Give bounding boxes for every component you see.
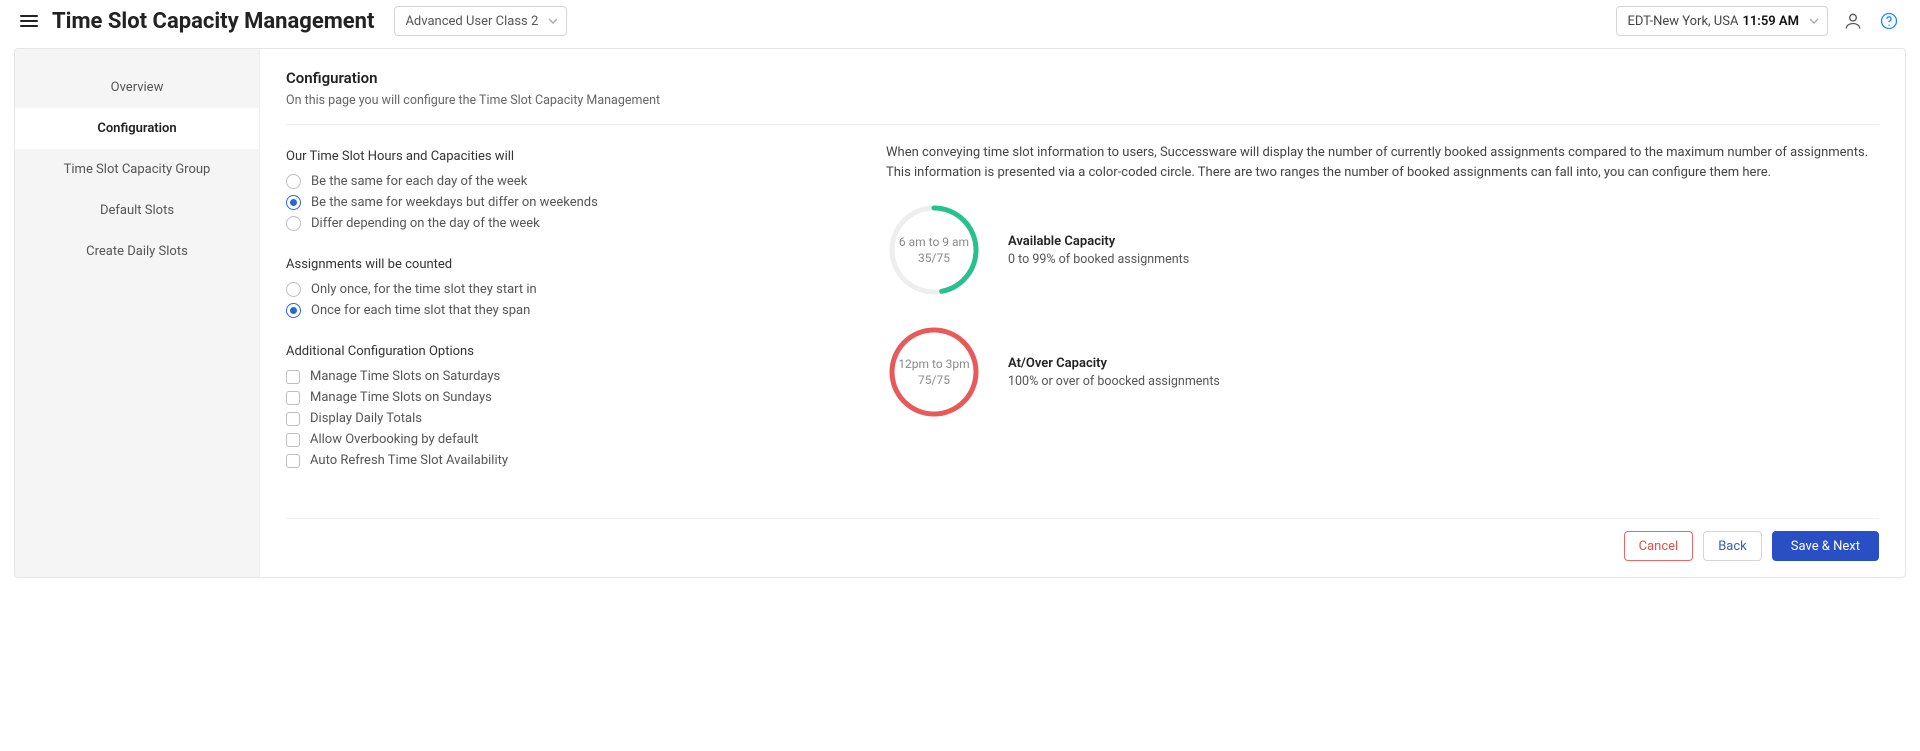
radio-icon bbox=[286, 216, 301, 231]
info-column: When conveying time slot information to … bbox=[886, 143, 1879, 474]
checkbox-icon bbox=[286, 454, 300, 468]
sidebar-item-configuration[interactable]: Configuration bbox=[15, 108, 259, 149]
help-icon[interactable] bbox=[1878, 10, 1900, 32]
check-auto-refresh[interactable]: Auto Refresh Time Slot Availability bbox=[286, 453, 846, 468]
checkbox-label: Auto Refresh Time Slot Availability bbox=[310, 453, 508, 468]
sidebar-item-capacity-group[interactable]: Time Slot Capacity Group bbox=[15, 149, 259, 190]
checkbox-label: Display Daily Totals bbox=[310, 411, 422, 426]
chevron-down-icon bbox=[548, 18, 558, 24]
cap-desc-over: 100% or over of boocked assignments bbox=[1008, 374, 1220, 389]
cancel-button[interactable]: Cancel bbox=[1624, 531, 1694, 561]
top-bar: Time Slot Capacity Management Advanced U… bbox=[0, 0, 1920, 48]
radio-assign-span[interactable]: Once for each time slot that they span bbox=[286, 303, 846, 318]
divider bbox=[286, 124, 1879, 125]
checkbox-icon bbox=[286, 370, 300, 384]
sidebar-item-overview[interactable]: Overview bbox=[15, 67, 259, 108]
sidebar: Overview Configuration Time Slot Capacit… bbox=[15, 49, 260, 577]
radio-hours-same-all[interactable]: Be the same for each day of the week bbox=[286, 174, 846, 189]
radio-icon bbox=[286, 282, 301, 297]
check-saturdays[interactable]: Manage Time Slots on Saturdays bbox=[286, 369, 846, 384]
info-text: When conveying time slot information to … bbox=[886, 143, 1879, 182]
hours-group-title: Our Time Slot Hours and Capacities will bbox=[286, 149, 846, 164]
check-daily-totals[interactable]: Display Daily Totals bbox=[286, 411, 846, 426]
ring-ratio: 75/75 bbox=[918, 372, 950, 388]
checkbox-icon bbox=[286, 433, 300, 447]
timezone-select[interactable]: EDT-New York, USA 11:59 AM bbox=[1616, 6, 1828, 36]
checkbox-icon bbox=[286, 412, 300, 426]
sidebar-item-default-slots[interactable]: Default Slots bbox=[15, 190, 259, 231]
content-area: Configuration On this page you will conf… bbox=[260, 49, 1905, 577]
user-icon[interactable] bbox=[1842, 10, 1864, 32]
assign-group-title: Assignments will be counted bbox=[286, 257, 846, 272]
sidebar-item-create-daily-slots[interactable]: Create Daily Slots bbox=[15, 231, 259, 272]
ring-ratio: 35/75 bbox=[918, 250, 950, 266]
additional-group-title: Additional Configuration Options bbox=[286, 344, 846, 359]
radio-assign-once[interactable]: Only once, for the time slot they start … bbox=[286, 282, 846, 297]
cap-title-available: Available Capacity bbox=[1008, 234, 1189, 249]
radio-icon bbox=[286, 195, 301, 210]
capacity-ring-over: 12pm to 3pm 75/75 bbox=[886, 324, 982, 420]
menu-icon[interactable] bbox=[20, 13, 38, 29]
radio-hours-per-day[interactable]: Differ depending on the day of the week bbox=[286, 216, 846, 231]
cap-title-over: At/Over Capacity bbox=[1008, 356, 1220, 371]
cap-desc-available: 0 to 99% of booked assignments bbox=[1008, 252, 1189, 267]
radio-label: Be the same for each day of the week bbox=[311, 174, 527, 189]
checkbox-label: Manage Time Slots on Saturdays bbox=[310, 369, 500, 384]
chevron-down-icon bbox=[1809, 18, 1819, 24]
save-next-button[interactable]: Save & Next bbox=[1772, 531, 1879, 561]
clock-time: 11:59 AM bbox=[1742, 14, 1799, 29]
check-sundays[interactable]: Manage Time Slots on Sundays bbox=[286, 390, 846, 405]
radio-icon bbox=[286, 303, 301, 318]
capacity-ring-available: 6 am to 9 am 35/75 bbox=[886, 202, 982, 298]
radio-label: Only once, for the time slot they start … bbox=[311, 282, 537, 297]
back-button[interactable]: Back bbox=[1703, 531, 1762, 561]
footer-buttons: Cancel Back Save & Next bbox=[286, 531, 1879, 561]
radio-label: Differ depending on the day of the week bbox=[311, 216, 540, 231]
capacity-available-block: 6 am to 9 am 35/75 Available Capacity 0 … bbox=[886, 202, 1879, 298]
footer-divider bbox=[286, 518, 1879, 519]
timezone-label: EDT-New York, USA bbox=[1627, 14, 1738, 29]
user-class-value: Advanced User Class 2 bbox=[405, 14, 538, 29]
form-column: Our Time Slot Hours and Capacities will … bbox=[286, 143, 846, 474]
radio-label: Once for each time slot that they span bbox=[311, 303, 530, 318]
check-overbooking[interactable]: Allow Overbooking by default bbox=[286, 432, 846, 447]
radio-icon bbox=[286, 174, 301, 189]
capacity-over-block: 12pm to 3pm 75/75 At/Over Capacity 100% … bbox=[886, 324, 1879, 420]
ring-time: 12pm to 3pm bbox=[898, 356, 969, 372]
ring-time: 6 am to 9 am bbox=[899, 234, 969, 250]
page-title: Time Slot Capacity Management bbox=[52, 9, 374, 34]
main-panel: Overview Configuration Time Slot Capacit… bbox=[14, 48, 1906, 578]
radio-hours-weekday-weekend[interactable]: Be the same for weekdays but differ on w… bbox=[286, 195, 846, 210]
checkbox-icon bbox=[286, 391, 300, 405]
section-heading: Configuration bbox=[286, 69, 1879, 87]
checkbox-label: Allow Overbooking by default bbox=[310, 432, 478, 447]
radio-label: Be the same for weekdays but differ on w… bbox=[311, 195, 598, 210]
user-class-select[interactable]: Advanced User Class 2 bbox=[394, 6, 567, 36]
section-subheading: On this page you will configure the Time… bbox=[286, 93, 1879, 108]
checkbox-label: Manage Time Slots on Sundays bbox=[310, 390, 492, 405]
